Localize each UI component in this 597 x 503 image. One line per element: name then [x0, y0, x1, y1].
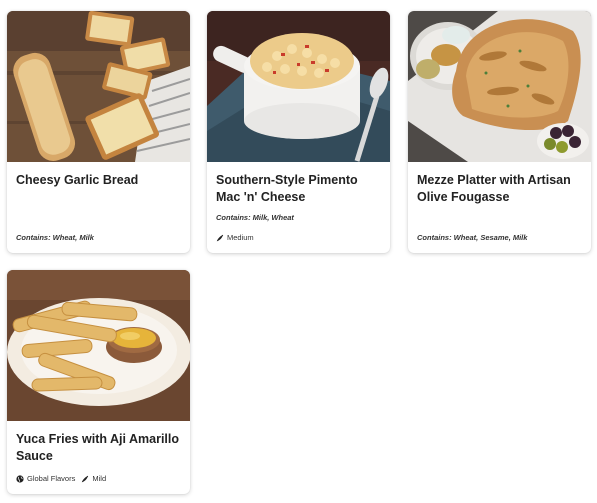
- cheesy-garlic-bread-image: [7, 11, 190, 162]
- spice-level-tag: Mild: [81, 474, 106, 483]
- globe-icon: [16, 474, 24, 483]
- cuisine-label: Global Flavors: [27, 474, 76, 483]
- card-tags: Global Flavors Mild: [16, 474, 182, 483]
- recipe-title[interactable]: Mezze Platter with Artisan Olive Fougass…: [417, 172, 583, 206]
- allergen-row: Contains: Milk, Wheat: [216, 213, 382, 222]
- card-meta: Contains: Wheat, Sesame, Milk: [417, 233, 583, 242]
- recipe-card-pimento-mac-n-cheese[interactable]: Southern-Style Pimento Mac 'n' Cheese Co…: [207, 11, 390, 253]
- recipe-title[interactable]: Cheesy Garlic Bread: [16, 172, 182, 189]
- allergen-info: Contains: Wheat, Milk: [16, 233, 94, 242]
- spice-level-label: Mild: [92, 474, 107, 483]
- pepper-icon: [82, 475, 89, 482]
- recipe-card-mezze-platter[interactable]: Mezze Platter with Artisan Olive Fougass…: [408, 11, 591, 253]
- recipe-title[interactable]: Yuca Fries with Aji Amarillo Sauce: [16, 431, 182, 465]
- cuisine-tag: Global Flavors: [16, 474, 75, 483]
- card-meta: Contains: Wheat, Milk: [16, 233, 182, 242]
- recipe-title[interactable]: Southern-Style Pimento Mac 'n' Cheese: [216, 172, 382, 206]
- recipe-card-yuca-fries[interactable]: Yuca Fries with Aji Amarillo Sauce Globa…: [7, 270, 190, 494]
- spice-level-tag: Medium: [216, 233, 254, 242]
- recipe-card-cheesy-garlic-bread[interactable]: Cheesy Garlic Bread Contains: Wheat, Mil…: [7, 11, 190, 253]
- spice-level-label: Medium: [227, 233, 254, 242]
- cheesy-garlic-bread-photo[interactable]: [7, 11, 190, 162]
- mezze-platter-image: [408, 11, 591, 162]
- card-tags: Medium: [216, 233, 382, 242]
- yuca-fries-image: [7, 270, 190, 421]
- pimento-mac-n-cheese-photo[interactable]: [207, 11, 390, 162]
- yuca-fries-photo[interactable]: [7, 270, 190, 421]
- allergen-info: Contains: Milk, Wheat: [216, 213, 294, 222]
- mezze-platter-photo[interactable]: [408, 11, 591, 162]
- pepper-icon: [216, 234, 224, 241]
- pimento-mac-n-cheese-image: [207, 11, 390, 162]
- allergen-info: Contains: Wheat, Sesame, Milk: [417, 233, 528, 242]
